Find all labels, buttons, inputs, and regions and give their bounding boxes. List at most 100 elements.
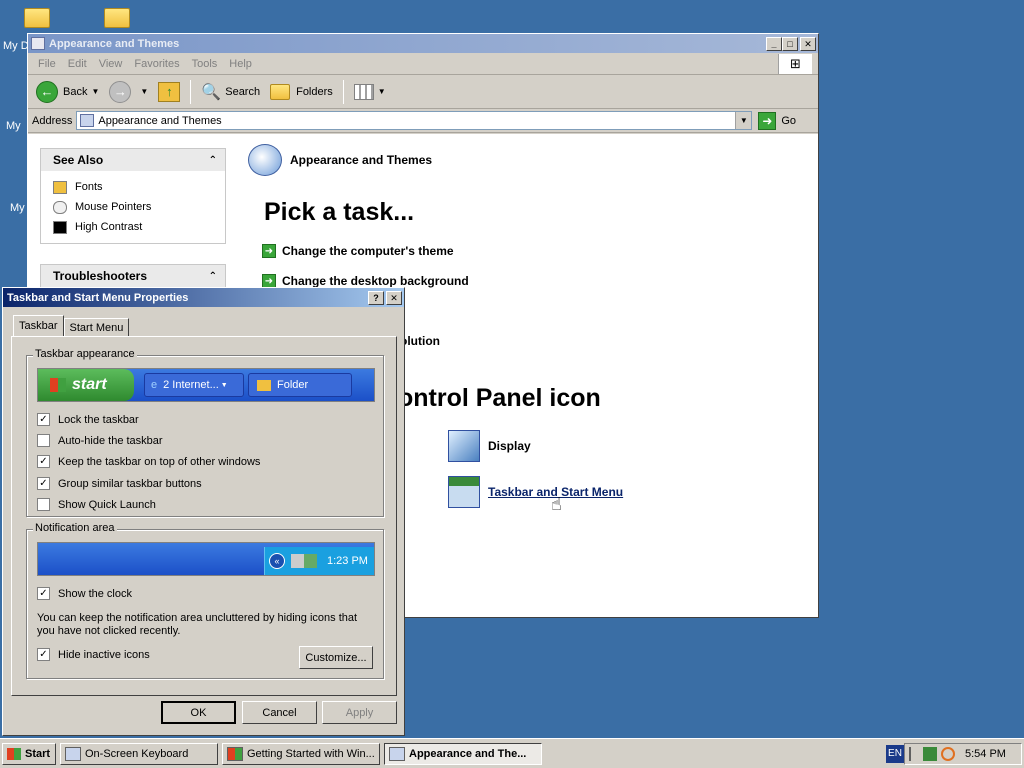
- taskbar-item-label: On-Screen Keyboard: [85, 747, 189, 760]
- chevron-down-icon[interactable]: ▼: [140, 87, 148, 96]
- go-button[interactable]: ➜ Go: [758, 111, 796, 130]
- see-also-fonts[interactable]: Fonts: [53, 177, 213, 197]
- clock[interactable]: 5:54 PM: [965, 748, 1006, 760]
- magnifier-icon[interactable]: [941, 747, 955, 761]
- taskbar-appearance-group: Taskbar appearance start e 2 Internet...…: [26, 348, 384, 517]
- menu-edit[interactable]: Edit: [62, 58, 93, 70]
- checkbox-box[interactable]: ✓: [37, 477, 50, 490]
- cancel-button[interactable]: Cancel: [242, 701, 317, 724]
- network-icon[interactable]: [923, 747, 937, 761]
- folders-button[interactable]: Folders: [266, 79, 337, 105]
- chevron-down-icon[interactable]: ▼: [91, 87, 99, 96]
- task-change-background[interactable]: ➜ Change the desktop background: [262, 274, 469, 288]
- address-input[interactable]: Appearance and Themes ▼: [76, 111, 753, 130]
- ie-icon: e: [151, 379, 158, 391]
- checkbox-group-buttons[interactable]: ✓ Group similar taskbar buttons: [37, 477, 202, 490]
- task-screen-resolution[interactable]: olution: [400, 334, 440, 348]
- checkbox-box[interactable]: ✓: [37, 648, 50, 661]
- close-button[interactable]: ✕: [800, 36, 816, 51]
- control-panel-icon: [31, 37, 45, 50]
- taskbar-start-menu-icon: [448, 476, 480, 508]
- apply-button[interactable]: Apply: [322, 701, 397, 724]
- checkbox-hide-inactive[interactable]: ✓ Hide inactive icons: [37, 648, 150, 661]
- customize-button[interactable]: Customize...: [299, 646, 373, 669]
- taskbar-appearance-label: Taskbar appearance: [33, 348, 137, 360]
- taskbar-item-label: Appearance and The...: [409, 747, 527, 760]
- up-button[interactable]: ↑: [154, 79, 184, 105]
- preview-start-label: start: [72, 376, 107, 393]
- checkbox-show-clock[interactable]: ✓ Show the clock: [37, 587, 132, 600]
- troubleshooters-header[interactable]: Troubleshooters ⌃: [41, 265, 225, 287]
- checkbox-box[interactable]: ✓: [37, 413, 50, 426]
- task-label: Change the desktop background: [282, 274, 469, 288]
- keyboard-icon: [65, 746, 81, 761]
- tray-icon[interactable]: [909, 747, 919, 761]
- checkbox-box[interactable]: [37, 498, 50, 511]
- tab-taskbar[interactable]: Taskbar: [13, 315, 64, 336]
- menu-file[interactable]: File: [32, 58, 62, 70]
- dialog-title: Taskbar and Start Menu Properties: [7, 291, 189, 304]
- task-change-theme[interactable]: ➜ Change the computer's theme: [262, 244, 454, 258]
- chevron-down-icon[interactable]: ▼: [735, 112, 752, 129]
- start-label: Start: [25, 747, 51, 760]
- task-arrow-icon: ➜: [262, 274, 276, 288]
- menu-favorites[interactable]: Favorites: [128, 58, 185, 70]
- search-label: Search: [225, 85, 261, 98]
- checkbox-box[interactable]: ✓: [37, 455, 50, 468]
- minimize-button[interactable]: _: [766, 36, 782, 51]
- checkbox-label: Show Quick Launch: [58, 498, 156, 511]
- checkbox-quick-launch[interactable]: Show Quick Launch: [37, 498, 156, 511]
- chevron-up-icon[interactable]: ⌃: [209, 271, 217, 282]
- folders-label: Folders: [296, 85, 333, 98]
- checkbox-auto-hide[interactable]: Auto-hide the taskbar: [37, 434, 163, 447]
- display-icon: [448, 430, 480, 462]
- preview-item-ie-label: 2 Internet...: [163, 379, 219, 391]
- dialog-titlebar[interactable]: Taskbar and Start Menu Properties ? ✕: [3, 288, 404, 307]
- taskbar-tab-panel: Taskbar appearance start e 2 Internet...…: [11, 336, 397, 696]
- start-button[interactable]: Start: [2, 742, 56, 765]
- checkbox-box[interactable]: ✓: [37, 587, 50, 600]
- taskbar-item-getting-started[interactable]: Getting Started with Win...: [222, 742, 380, 765]
- or-pick-heading: ontrol Panel icon: [398, 384, 601, 412]
- taskbar-item-osk[interactable]: On-Screen Keyboard: [60, 742, 218, 765]
- checkbox-label: Group similar taskbar buttons: [58, 477, 202, 490]
- views-button[interactable]: ▼: [350, 79, 390, 105]
- see-also-header[interactable]: See Also ⌃: [41, 149, 225, 171]
- checkbox-keep-on-top[interactable]: ✓ Keep the taskbar on top of other windo…: [37, 455, 260, 468]
- menu-bar: File Edit View Favorites Tools Help ⊞: [28, 53, 818, 75]
- desktop-icon-label: My: [10, 202, 25, 214]
- views-icon: [353, 83, 374, 100]
- forward-button[interactable]: → ▼: [105, 79, 152, 105]
- tab-start-menu[interactable]: Start Menu: [63, 318, 130, 336]
- taskbar-properties-dialog: Taskbar and Start Menu Properties ? ✕ Ta…: [2, 287, 405, 736]
- maximize-button[interactable]: □: [782, 36, 798, 51]
- notification-area-label: Notification area: [33, 522, 117, 534]
- search-button[interactable]: 🔍 Search: [197, 79, 264, 105]
- taskbar-item-appearance[interactable]: Appearance and The...: [384, 742, 542, 765]
- see-also-high-contrast[interactable]: High Contrast: [53, 217, 213, 237]
- menu-tools[interactable]: Tools: [186, 58, 224, 70]
- system-tray: 5:54 PM: [904, 743, 1022, 765]
- hand-cursor-icon: ☝: [551, 494, 562, 514]
- checkbox-lock-taskbar[interactable]: ✓ Lock the taskbar: [37, 413, 139, 426]
- cp-icon-display[interactable]: Display: [448, 430, 531, 462]
- task-arrow-icon: ➜: [262, 244, 276, 258]
- high-contrast-icon: [53, 220, 67, 234]
- chevron-down-icon: ▼: [220, 381, 228, 389]
- ok-button[interactable]: OK: [161, 701, 236, 724]
- see-also-mouse-pointers[interactable]: Mouse Pointers: [53, 197, 213, 217]
- back-button[interactable]: ← Back ▼: [32, 79, 103, 105]
- help-button[interactable]: ?: [368, 290, 384, 305]
- menu-help[interactable]: Help: [223, 58, 258, 70]
- folder-icon[interactable]: [104, 8, 130, 28]
- preview-item-folder-label: Folder: [277, 379, 309, 391]
- checkbox-box[interactable]: [37, 434, 50, 447]
- language-indicator[interactable]: EN: [886, 745, 904, 763]
- dialog-close-button[interactable]: ✕: [386, 290, 402, 305]
- menu-view[interactable]: View: [93, 58, 129, 70]
- see-also-mouse-pointers-label: Mouse Pointers: [75, 201, 152, 213]
- cp-icon-taskbar[interactable]: Taskbar and Start Menu: [448, 476, 623, 508]
- see-also-high-contrast-label: High Contrast: [75, 221, 143, 233]
- explorer-titlebar[interactable]: Appearance and Themes _ □ ✕: [28, 34, 818, 53]
- chevron-up-icon[interactable]: ⌃: [209, 155, 217, 166]
